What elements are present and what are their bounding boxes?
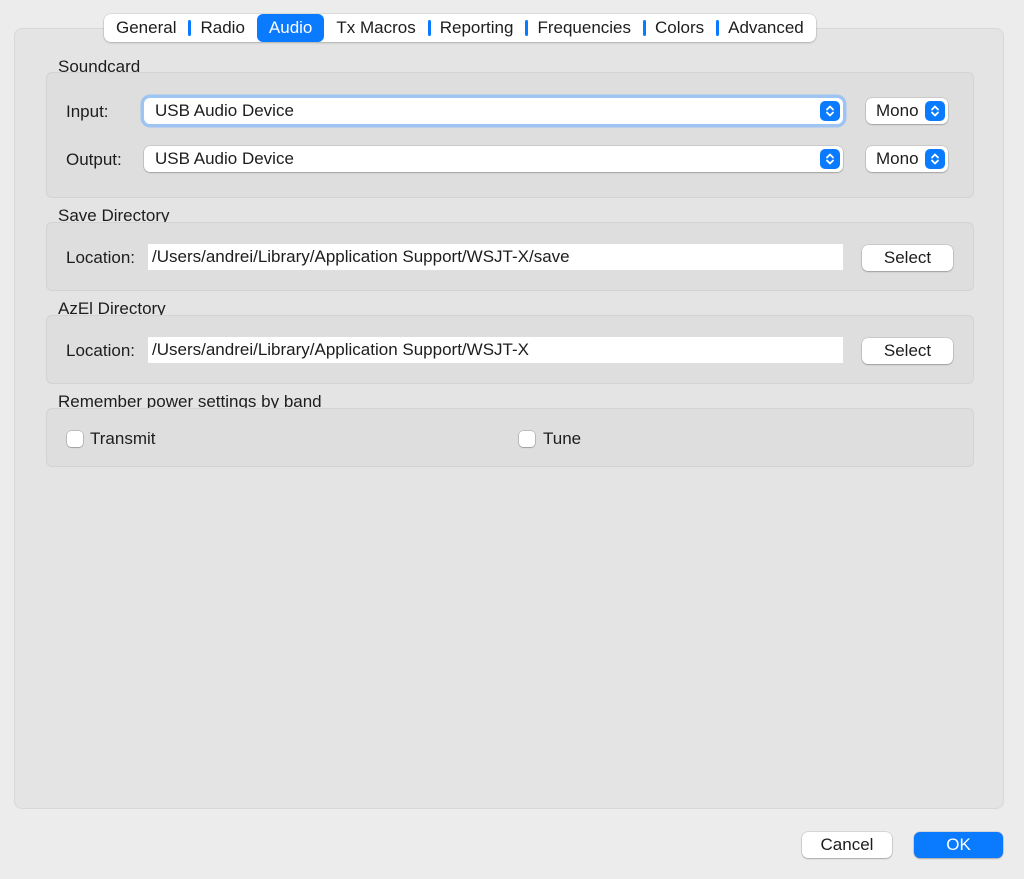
transmit-label: Transmit xyxy=(90,429,156,448)
input-device-select[interactable]: USB Audio Device xyxy=(144,98,843,124)
azel-select-button[interactable]: Select xyxy=(862,338,953,364)
input-channel-select[interactable]: Mono xyxy=(866,98,948,124)
tab-reporting[interactable]: Reporting xyxy=(427,14,526,42)
tab-frequencies[interactable]: Frequencies xyxy=(525,14,643,42)
azel-location-field[interactable]: /Users/andrei/Library/Application Suppor… xyxy=(148,337,843,363)
tune-label: Tune xyxy=(543,429,582,448)
input-channel-value: Mono xyxy=(876,101,919,120)
tab-general[interactable]: General xyxy=(104,14,188,42)
tab-colors[interactable]: Colors xyxy=(643,14,716,42)
save-location-field[interactable]: /Users/andrei/Library/Application Suppor… xyxy=(148,244,843,270)
output-channel-value: Mono xyxy=(876,149,919,168)
input-device-value: USB Audio Device xyxy=(155,101,294,120)
output-device-value: USB Audio Device xyxy=(155,149,294,168)
chevron-updown-icon xyxy=(820,101,840,121)
output-device-select[interactable]: USB Audio Device xyxy=(144,146,843,172)
chevron-updown-icon xyxy=(925,101,945,121)
tune-checkbox[interactable] xyxy=(519,431,535,447)
save-location-label: Location: xyxy=(66,248,135,267)
tab-tx-macros[interactable]: Tx Macros xyxy=(324,14,427,42)
ok-button[interactable]: OK xyxy=(914,832,1003,858)
chevron-updown-icon xyxy=(925,149,945,169)
input-label: Input: xyxy=(66,102,109,121)
output-channel-select[interactable]: Mono xyxy=(866,146,948,172)
output-label: Output: xyxy=(66,150,122,169)
transmit-checkbox[interactable] xyxy=(67,431,83,447)
cancel-button[interactable]: Cancel xyxy=(802,832,892,858)
soundcard-group xyxy=(46,72,974,198)
tab-radio[interactable]: Radio xyxy=(188,14,256,42)
tab-audio[interactable]: Audio xyxy=(256,14,325,42)
save-select-button[interactable]: Select xyxy=(862,245,953,271)
azel-location-label: Location: xyxy=(66,341,135,360)
tab-bar: General Radio Audio Tx Macros Reporting … xyxy=(104,14,816,42)
tab-advanced[interactable]: Advanced xyxy=(716,14,816,42)
power-group xyxy=(46,408,974,467)
chevron-updown-icon xyxy=(820,149,840,169)
